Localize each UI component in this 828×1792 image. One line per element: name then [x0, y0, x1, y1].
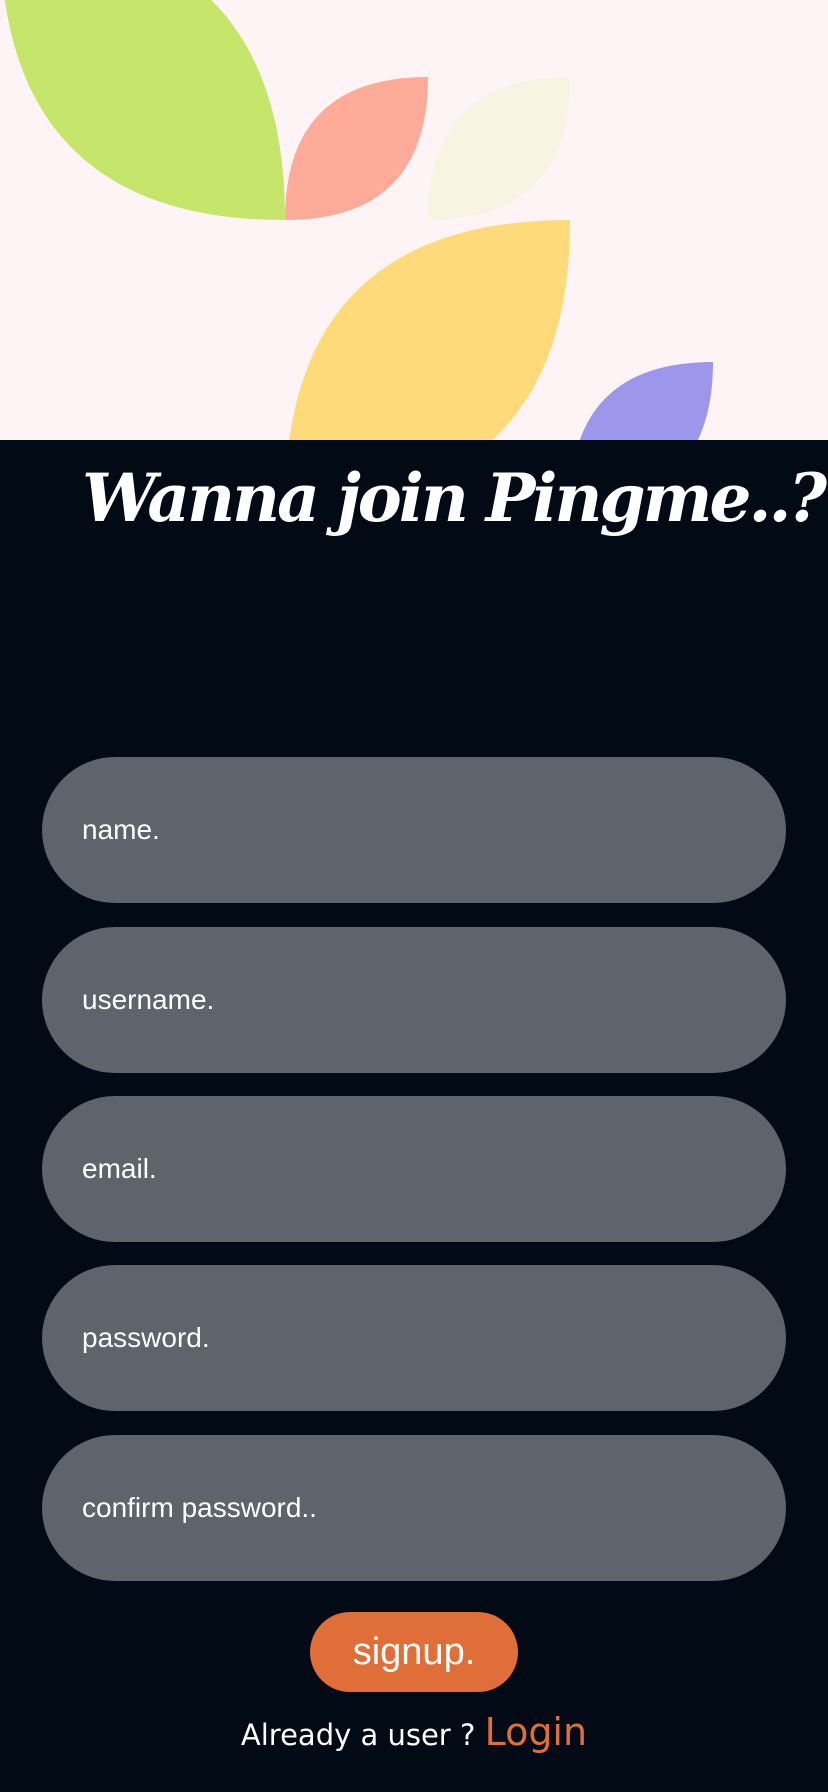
- page-title: Wanna join Pingme..?: [82, 459, 827, 537]
- signup-page: Wanna join Pingme..? signup. Already a u…: [0, 0, 828, 1792]
- cream-leaf: [428, 77, 570, 220]
- hero-illustration: [0, 0, 828, 440]
- salmon-leaf: [285, 77, 428, 220]
- signup-button[interactable]: signup.: [310, 1612, 518, 1692]
- password-field[interactable]: [42, 1265, 786, 1411]
- purple-leaf: [579, 362, 713, 440]
- leaf-pattern-illustration: [4, 0, 713, 440]
- username-field[interactable]: [42, 927, 786, 1073]
- name-field[interactable]: [42, 757, 786, 903]
- green-leaf: [4, 0, 285, 220]
- confirm-password-field[interactable]: [42, 1435, 786, 1581]
- login-prompt-text: Already a user ?: [240, 1718, 476, 1752]
- yellow-leaf: [289, 220, 570, 440]
- login-prompt: Already a user ? Login: [0, 1710, 828, 1754]
- email-field[interactable]: [42, 1096, 786, 1242]
- login-link[interactable]: Login: [485, 1710, 588, 1754]
